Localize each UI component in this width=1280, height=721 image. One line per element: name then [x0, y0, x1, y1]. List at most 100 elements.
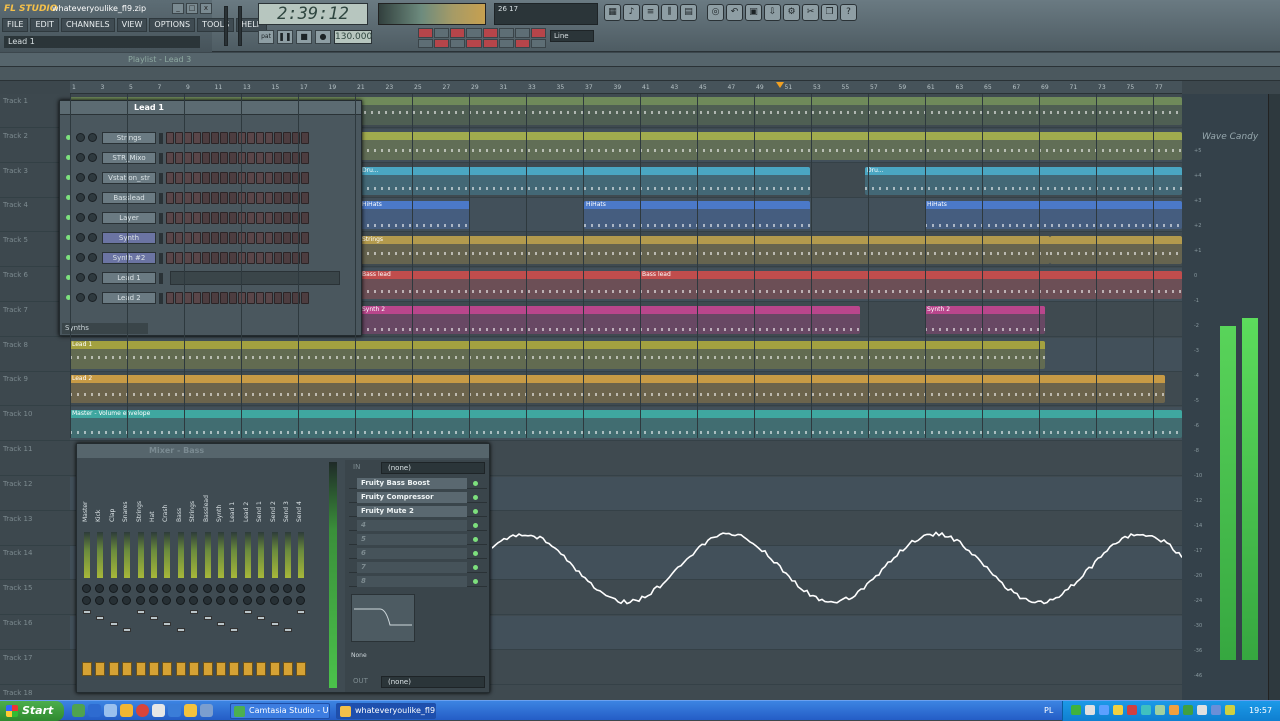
fx-slot[interactable]: 7: [349, 562, 487, 573]
pattern-clip[interactable]: Dru...: [360, 167, 810, 195]
strip-fader[interactable]: [177, 628, 185, 632]
fx-slot[interactable]: Fruity Bass Boost: [349, 478, 487, 489]
pattern-clip[interactable]: HiHats: [360, 201, 470, 229]
step-button[interactable]: [301, 232, 309, 244]
strip-pan-knob[interactable]: [256, 584, 265, 593]
step-button[interactable]: [247, 292, 255, 304]
strip-fader[interactable]: [83, 610, 91, 614]
strip-send[interactable]: [203, 662, 213, 676]
pan-knob[interactable]: [76, 193, 85, 202]
step-button[interactable]: [283, 192, 291, 204]
desktop-icon[interactable]: [72, 704, 85, 717]
track-header[interactable]: Track 14: [0, 546, 70, 580]
step-button[interactable]: [220, 252, 228, 264]
tempo-display[interactable]: 130.000: [334, 30, 372, 44]
step-button[interactable]: [166, 232, 174, 244]
pattern-clip[interactable]: [1050, 236, 1182, 264]
step-button[interactable]: [283, 172, 291, 184]
menu-file[interactable]: FILE: [2, 18, 28, 32]
tray-icon[interactable]: [1225, 705, 1235, 715]
step-button[interactable]: [175, 232, 183, 244]
render-icon[interactable]: ⇩: [764, 4, 781, 21]
step-button[interactable]: [238, 212, 246, 224]
pattern-clip[interactable]: Lead 2: [70, 375, 1165, 403]
step-button[interactable]: [256, 152, 264, 164]
fx-slot-led[interactable]: [473, 579, 478, 584]
pattern-clip[interactable]: Master - Volume envelope: [70, 410, 1182, 438]
strip-fader[interactable]: [284, 628, 292, 632]
mixer-strip[interactable]: Send 3: [282, 462, 294, 688]
step-button[interactable]: [175, 212, 183, 224]
strip-send[interactable]: [109, 662, 119, 676]
step-button[interactable]: [265, 132, 273, 144]
step-button[interactable]: [229, 292, 237, 304]
pattern-clip[interactable]: Synth 2: [925, 306, 1045, 334]
strip-knob[interactable]: [283, 596, 292, 605]
step-button[interactable]: [202, 152, 210, 164]
option-button[interactable]: [418, 39, 433, 49]
volume-knob[interactable]: [88, 253, 97, 262]
mixer-strip[interactable]: Snares: [121, 462, 133, 688]
step-button[interactable]: [202, 252, 210, 264]
strip-fader[interactable]: [150, 616, 158, 620]
tray-icon[interactable]: [1141, 705, 1151, 715]
strip-pan-knob[interactable]: [283, 584, 292, 593]
channel-select[interactable]: [159, 173, 163, 184]
strip-fader[interactable]: [204, 616, 212, 620]
step-button[interactable]: [301, 132, 309, 144]
step-button[interactable]: [229, 172, 237, 184]
strip-send[interactable]: [283, 662, 293, 676]
app-icon[interactable]: [152, 704, 165, 717]
volume-knob[interactable]: [88, 293, 97, 302]
step-button[interactable]: [247, 252, 255, 264]
step-button[interactable]: [166, 292, 174, 304]
strip-fader[interactable]: [110, 622, 118, 626]
track-header[interactable]: Track 9: [0, 372, 70, 406]
step-button[interactable]: [274, 232, 282, 244]
step-button[interactable]: [184, 252, 192, 264]
pattern-clip[interactable]: Bass lead: [360, 271, 640, 299]
explorer-icon[interactable]: [104, 704, 117, 717]
step-button[interactable]: [202, 212, 210, 224]
strip-knob[interactable]: [136, 596, 145, 605]
mixer-strip[interactable]: Crash: [161, 462, 173, 688]
pan-knob[interactable]: [76, 153, 85, 162]
step-button[interactable]: [175, 192, 183, 204]
record-icon[interactable]: ◎: [707, 4, 724, 21]
channel-select[interactable]: [159, 213, 163, 224]
playlist-scroll-bar[interactable]: [0, 67, 1280, 81]
step-button[interactable]: [238, 292, 246, 304]
step-button[interactable]: [229, 232, 237, 244]
fx-slot-led[interactable]: [473, 495, 478, 500]
step-button[interactable]: [202, 192, 210, 204]
copy-icon[interactable]: ❐: [821, 4, 838, 21]
step-button[interactable]: [220, 232, 228, 244]
step-button[interactable]: [238, 172, 246, 184]
step-button[interactable]: [166, 212, 174, 224]
step-button[interactable]: [211, 172, 219, 184]
fx-slot-led[interactable]: [473, 481, 478, 486]
channel-button[interactable]: Synth: [102, 232, 156, 244]
step-button[interactable]: [283, 212, 291, 224]
strip-knob[interactable]: [95, 596, 104, 605]
strip-knob[interactable]: [122, 596, 131, 605]
step-button[interactable]: [220, 212, 228, 224]
channel-filter[interactable]: Synths: [62, 323, 148, 334]
step-button[interactable]: [256, 172, 264, 184]
step-button[interactable]: [229, 212, 237, 224]
channel-select[interactable]: [159, 133, 163, 144]
step-button[interactable]: [229, 132, 237, 144]
language-indicator[interactable]: PL: [1044, 706, 1053, 715]
step-button[interactable]: [274, 212, 282, 224]
strip-send[interactable]: [136, 662, 146, 676]
step-button[interactable]: [274, 292, 282, 304]
channel-select[interactable]: [159, 273, 163, 284]
tray-icon[interactable]: [1113, 705, 1123, 715]
strip-send[interactable]: [216, 662, 226, 676]
piano-roll-preview[interactable]: [170, 271, 340, 285]
mixer-strip[interactable]: Lead 2: [242, 462, 254, 688]
step-button[interactable]: [202, 132, 210, 144]
strip-send[interactable]: [270, 662, 280, 676]
volume-knob[interactable]: [88, 153, 97, 162]
tray-icon[interactable]: [1099, 705, 1109, 715]
